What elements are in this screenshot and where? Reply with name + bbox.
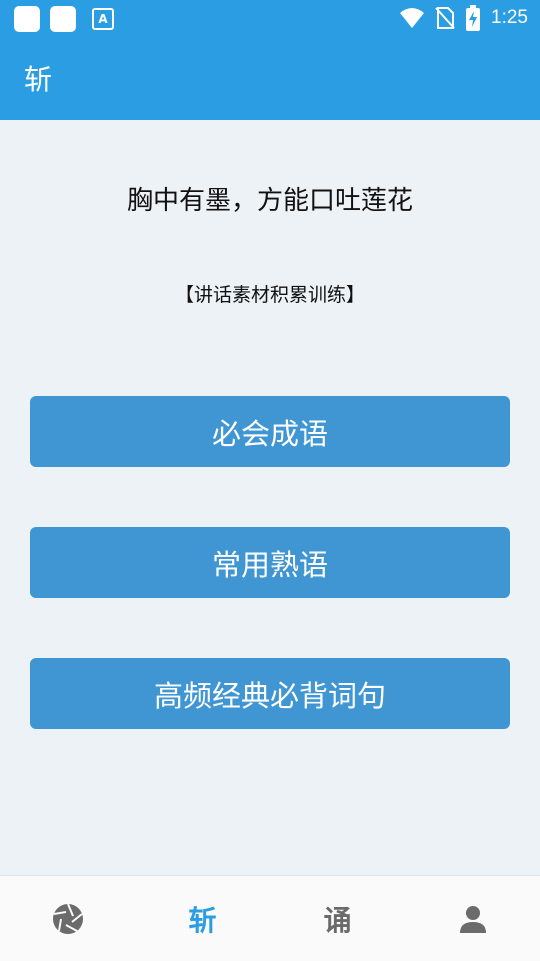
nav-item-zhan[interactable]: 斩 [135, 876, 270, 961]
a-icon: A [92, 8, 114, 30]
nav-label-zhan: 斩 [188, 903, 217, 937]
app-square-icon [50, 6, 76, 32]
person-icon [459, 905, 486, 933]
page-title: 斩 [24, 63, 53, 96]
classic-sentences-button[interactable]: 高频经典必背词句 [30, 658, 510, 729]
subtitle-text: 【讲话素材积累训练】 [174, 284, 365, 306]
wifi-icon [400, 8, 425, 28]
status-time: 1:25 [491, 7, 528, 28]
status-bar: A 1:25 [0, 0, 540, 36]
common-phrases-button[interactable]: 常用熟语 [30, 527, 510, 598]
motto-text: 胸中有墨，方能口吐莲花 [126, 186, 413, 216]
nav-item-aperture[interactable] [0, 876, 135, 961]
nav-item-profile[interactable] [405, 876, 540, 961]
nav-label-song: 诵 [323, 903, 352, 937]
app-square-icon [14, 6, 40, 32]
battery-charging-icon [466, 5, 481, 31]
bottom-nav: 斩 诵 [0, 875, 540, 961]
aperture-icon [52, 903, 83, 934]
idioms-button[interactable]: 必会成语 [30, 396, 510, 467]
nav-item-song[interactable]: 诵 [270, 876, 405, 961]
app-bar: 斩 [0, 36, 540, 120]
no-sim-icon [435, 7, 455, 29]
